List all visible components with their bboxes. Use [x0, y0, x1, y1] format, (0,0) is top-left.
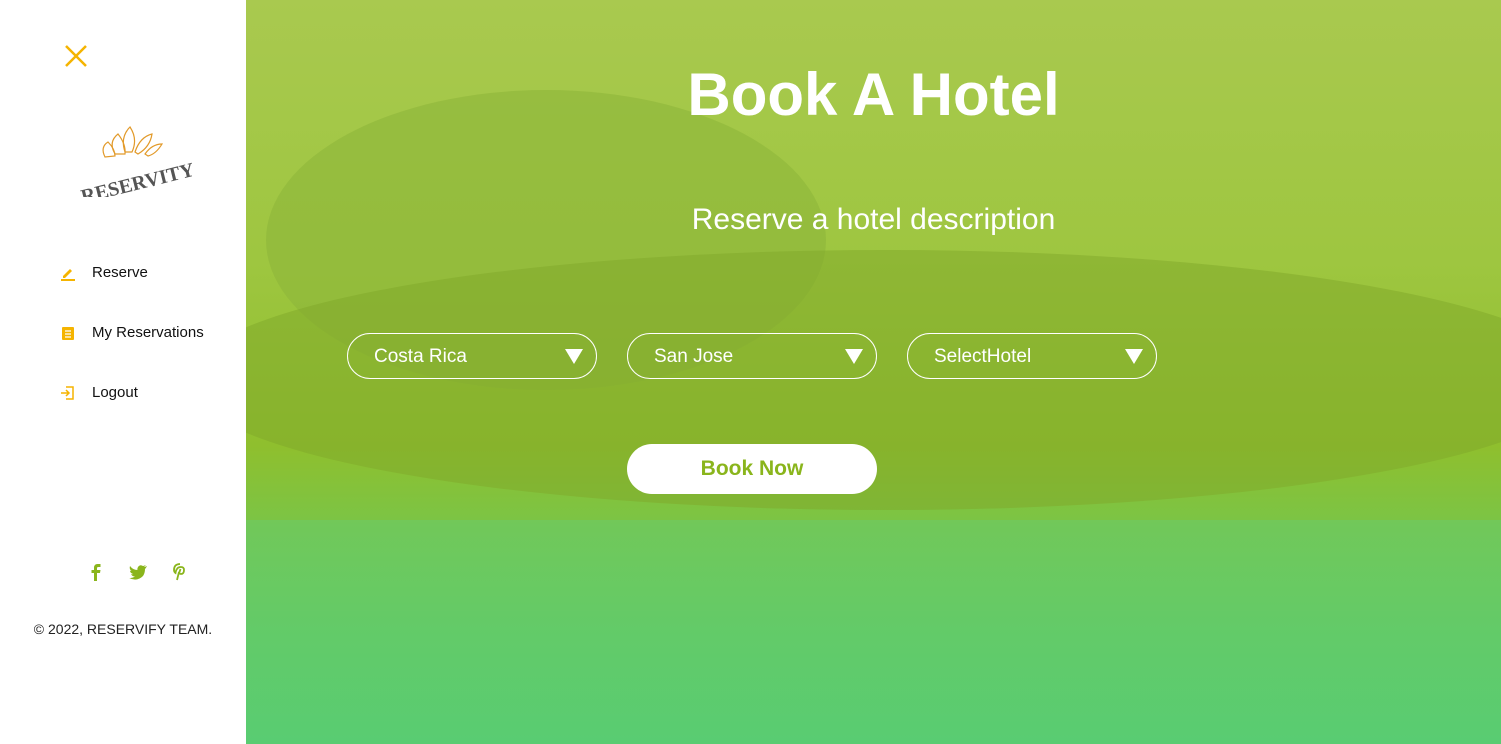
country-value: Costa Rica: [374, 346, 467, 367]
sidebar-item-logout[interactable]: Logout: [60, 384, 138, 401]
sidebar: RESERVITY Reserve My Reservations Logout…: [0, 0, 246, 744]
list-icon: [62, 326, 74, 340]
sidebar-item-label: Reserve: [92, 264, 148, 281]
hotel-value: SelectHotel: [934, 346, 1032, 367]
pencil-icon: [61, 268, 75, 281]
twitter-icon[interactable]: [128, 562, 148, 582]
hotel-select[interactable]: SelectHotel: [907, 333, 1157, 379]
facebook-icon[interactable]: [86, 562, 106, 582]
sidebar-item-label: Logout: [92, 384, 138, 401]
background-pool: [246, 520, 1501, 744]
country-select[interactable]: Costa Rica: [347, 333, 597, 379]
reservity-logo: RESERVITY: [79, 126, 197, 197]
dropdown-arrow-icon: [565, 349, 583, 364]
dropdown-arrow-icon: [1125, 349, 1143, 364]
sidebar-item-my-reservations[interactable]: My Reservations: [60, 324, 204, 341]
social-links: [86, 562, 190, 582]
book-now-button[interactable]: Book Now: [627, 444, 877, 494]
pinterest-icon[interactable]: [170, 562, 190, 582]
logout-icon: [61, 385, 74, 400]
sidebar-item-reserve[interactable]: Reserve: [60, 264, 148, 281]
city-select[interactable]: San Jose: [627, 333, 877, 379]
close-icon[interactable]: [64, 44, 88, 68]
svg-text:RESERVITY: RESERVITY: [79, 159, 197, 197]
dropdown-arrow-icon: [845, 349, 863, 364]
page-subtitle: Reserve a hotel description: [691, 203, 1056, 236]
copyright: © 2022, RESERVIFY TEAM.: [33, 621, 213, 637]
hero-section: Book A Hotel Reserve a hotel description…: [246, 0, 1501, 744]
city-value: San Jose: [654, 346, 734, 367]
page-title: Book A Hotel: [687, 61, 1060, 128]
sidebar-item-label: My Reservations: [92, 324, 204, 341]
